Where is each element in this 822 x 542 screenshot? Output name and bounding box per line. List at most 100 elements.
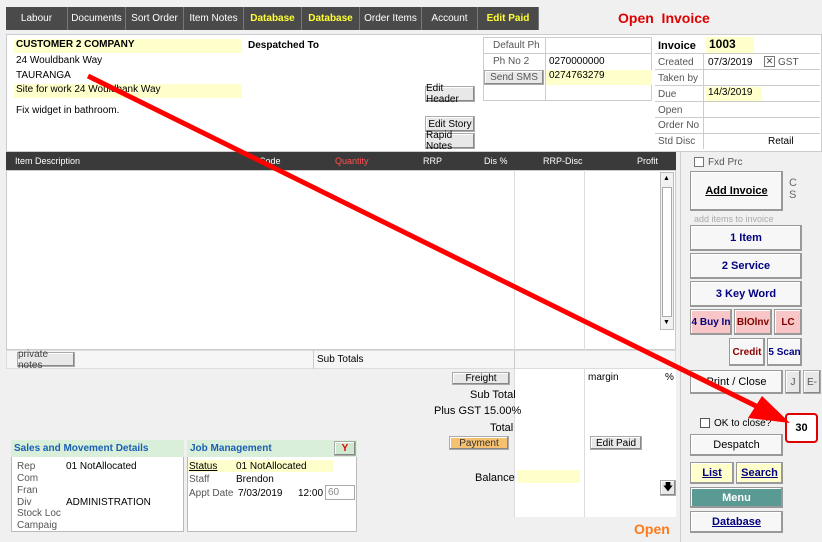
e-button[interactable]: E-	[803, 370, 821, 394]
balance-label: Balance	[475, 472, 515, 484]
status-title: Open Invoice	[618, 10, 710, 26]
bottom-status: Open	[634, 521, 670, 537]
std-disc-value[interactable]: Retail	[768, 136, 794, 147]
stock-loc-label: Stock Loc	[17, 508, 61, 519]
ph-no2-label: Ph No 2	[493, 56, 530, 67]
job-description[interactable]: Fix widget in bathroom.	[16, 105, 119, 116]
menu-button[interactable]: Menu	[690, 487, 783, 508]
ok-to-close-label: OK to close?	[714, 418, 772, 429]
invoice-number[interactable]: 1003	[706, 37, 754, 53]
scan-button[interactable]: 5 Scan	[767, 338, 802, 366]
gst-checkbox[interactable]: ✕	[764, 56, 775, 67]
item-button[interactable]: 1 Item	[690, 225, 802, 251]
margin-label: margin	[588, 372, 619, 383]
order-no-label: Order No	[658, 120, 700, 131]
blolnv-button[interactable]: BlOlnv	[734, 309, 772, 335]
status-label: Status	[189, 461, 218, 472]
taken-by-label: Taken by	[658, 73, 699, 84]
send-sms-number[interactable]: 0274763279	[546, 70, 652, 85]
customer-name[interactable]: CUSTOMER 2 COMPANY	[14, 39, 242, 53]
add-invoice-button[interactable]: Add Invoice	[690, 171, 783, 211]
col-rrp-disc[interactable]: RRP-Disc	[543, 156, 583, 166]
sub-totals-label: Sub Totals	[317, 354, 364, 365]
customer-site[interactable]: Site for work 24 Wouldbank Way	[14, 84, 242, 98]
appt-duration[interactable]: 60	[325, 485, 355, 500]
item-grid[interactable]	[6, 170, 676, 350]
scroll-bottom-button[interactable]: 🡇	[660, 480, 676, 496]
print-close-button[interactable]: Print / Close	[690, 370, 783, 394]
staff-value[interactable]: Brendon	[236, 474, 274, 485]
div-value[interactable]: ADMINISTRATION	[66, 497, 151, 508]
send-sms-button[interactable]: Send SMS	[484, 70, 544, 85]
payment-button[interactable]: Payment	[449, 436, 509, 450]
fxd-prc-checkbox[interactable]	[694, 157, 704, 167]
job-panel-title: Job Management	[187, 440, 357, 457]
list-button[interactable]: List	[690, 462, 734, 484]
database-button[interactable]: Database	[690, 511, 783, 533]
cs-label: C S	[789, 177, 797, 201]
tab-item-notes[interactable]: Item Notes	[184, 7, 244, 30]
col-rrp[interactable]: RRP	[423, 156, 442, 166]
scroll-thumb[interactable]	[662, 187, 672, 317]
counter-box[interactable]: 30	[785, 413, 818, 443]
sales-panel-title: Sales and Movement Details	[11, 440, 184, 457]
service-button[interactable]: 2 Service	[690, 253, 802, 279]
plus-gst-label: Plus GST 15.00%	[434, 405, 522, 417]
despatched-to-label: Despatched To	[248, 40, 319, 51]
customer-city[interactable]: TAURANGA	[16, 70, 71, 81]
appt-time-value[interactable]: 12:00	[298, 488, 323, 499]
std-disc-label: Std Disc	[658, 136, 696, 147]
customer-address[interactable]: 24 Wouldbank Way	[16, 55, 102, 66]
job-y-button[interactable]: Y	[334, 441, 356, 456]
col-item-description[interactable]: Item Description	[15, 156, 80, 166]
status-value[interactable]: 01 NotAllocated	[236, 461, 307, 472]
grid-header: Item Description Code Quantity RRP Dis %…	[6, 152, 676, 170]
col-profit[interactable]: Profit	[637, 156, 658, 166]
scroll-up-icon[interactable]: ▲	[663, 175, 670, 182]
arrow-down-icon: 🡇	[662, 481, 674, 493]
ph-no2-value[interactable]: 0270000000	[549, 56, 605, 67]
lc-button[interactable]: LC	[774, 309, 802, 335]
search-button[interactable]: Search	[736, 462, 783, 484]
sub-total-label: Sub Total	[470, 389, 516, 401]
balance-value[interactable]	[517, 470, 580, 483]
com-label: Com	[17, 473, 39, 484]
created-date[interactable]: 07/3/2019	[708, 57, 753, 68]
edit-header-button[interactable]: Edit Header	[425, 83, 475, 105]
rep-value[interactable]: 01 NotAllocated	[66, 461, 137, 472]
col-quantity[interactable]: Quantity	[335, 156, 369, 166]
edit-paid-button[interactable]: Edit Paid	[590, 436, 642, 450]
col-dis-pct[interactable]: Dis %	[484, 156, 508, 166]
tab-labour[interactable]: Labour	[6, 7, 68, 30]
tab-database-2[interactable]: Database	[302, 7, 360, 30]
appt-date-label: Appt Date	[189, 488, 234, 499]
appt-date-value[interactable]: 7/03/2019	[238, 488, 283, 499]
private-notes-button[interactable]: private notes	[17, 349, 75, 371]
fxd-prc-label: Fxd Prc	[708, 157, 743, 168]
scroll-down-icon[interactable]: ▼	[663, 319, 670, 326]
tab-documents[interactable]: Documents	[68, 7, 126, 30]
pct-label: %	[665, 372, 674, 383]
ok-to-close-checkbox[interactable]	[700, 418, 710, 428]
keyword-button[interactable]: 3 Key Word	[690, 281, 802, 307]
due-date[interactable]: 14/3/2019	[706, 87, 762, 101]
invoice-label: Invoice	[658, 40, 696, 52]
created-label: Created	[658, 57, 694, 68]
tab-edit-paid[interactable]: Edit Paid	[478, 7, 539, 30]
fran-label: Fran	[17, 485, 38, 496]
add-items-hint: add items to invoice	[694, 214, 774, 224]
tab-database-1[interactable]: Database	[244, 7, 302, 30]
tab-sort-order[interactable]: Sort Order	[126, 7, 184, 30]
rapid-notes-button[interactable]: Rapid Notes	[425, 130, 475, 152]
open-label: Open	[658, 105, 683, 116]
tab-account[interactable]: Account	[422, 7, 478, 30]
buy-in-button[interactable]: 4 Buy In	[690, 309, 732, 335]
j-button[interactable]: J	[785, 370, 801, 394]
tab-order-items[interactable]: Order Items	[360, 7, 422, 30]
col-code[interactable]: Code	[259, 156, 281, 166]
grid-scrollbar[interactable]: ▲ ▼	[660, 172, 674, 330]
credit-button[interactable]: Credit	[729, 338, 765, 366]
staff-label: Staff	[189, 474, 210, 485]
freight-button[interactable]: Freight	[452, 372, 510, 385]
despatch-button[interactable]: Despatch	[690, 434, 783, 456]
